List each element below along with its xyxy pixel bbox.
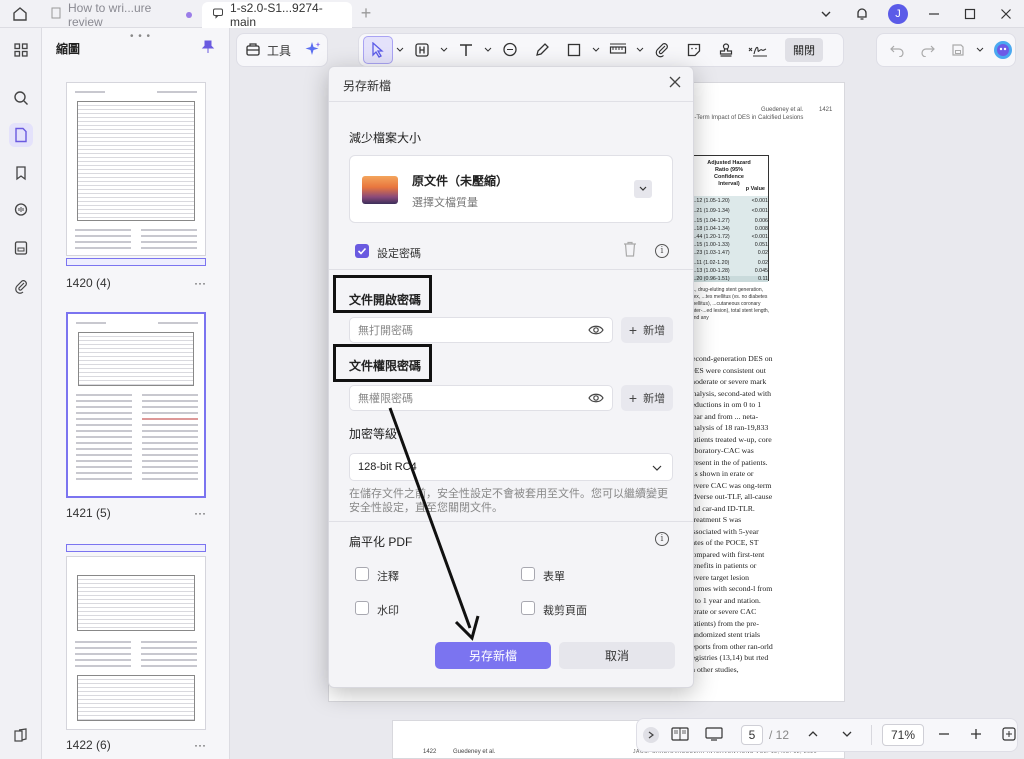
- annotation-arrow: [388, 407, 480, 641]
